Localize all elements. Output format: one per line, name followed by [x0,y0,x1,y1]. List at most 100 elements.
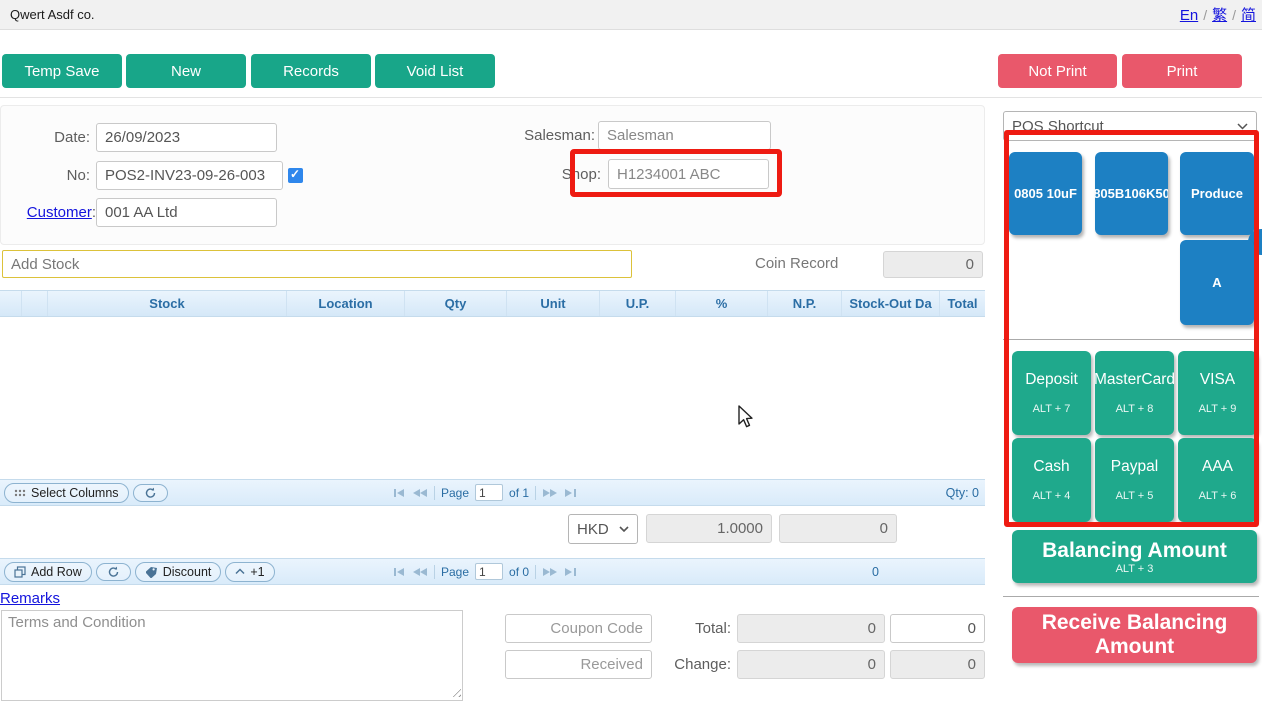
date-input[interactable] [96,123,277,152]
rows-refresh-button[interactable] [96,563,131,581]
add-row-button[interactable]: Add Row [4,562,92,582]
pager-next-icon[interactable] [542,488,558,498]
grid-col-location[interactable]: Location [287,291,405,316]
lang-trad-chinese-link[interactable]: 繁 [1212,7,1227,24]
add-row-icon [14,566,26,578]
divider [1003,596,1259,597]
shortcut-item-button[interactable]: 0805 10uF [1009,152,1082,235]
payment-hotkey: ALT + 7 [1033,403,1071,415]
currency-code: HKD [577,521,609,538]
customer-label-wrap: Customer: [6,204,96,222]
invoice-no-input[interactable] [96,161,283,190]
not-print-button[interactable]: Not Print [998,54,1117,88]
temp-save-button[interactable]: Temp Save [2,54,122,88]
currency-amount-input [779,514,897,543]
refresh-icon [108,566,119,578]
currency-select[interactable]: HKD [568,514,638,544]
chevron-up-icon [235,568,245,575]
grid-col-rownum[interactable] [0,291,22,316]
pager-last-icon[interactable] [564,488,577,498]
pos-shortcut-label: POS Shortcut [1012,118,1104,135]
lang-separator: / [1203,7,1207,23]
pager-prev-icon[interactable] [412,567,428,577]
payment-hotkey: ALT + 5 [1116,490,1154,502]
discount-tag-icon [145,566,158,578]
receive-balancing-amount-button[interactable]: Receive Balancing Amount [1012,607,1257,663]
shop-label: Shop: [545,166,601,183]
new-button[interactable]: New [126,54,246,88]
grid-col-np[interactable]: N.P. [768,291,842,316]
page-number-input[interactable] [475,484,503,501]
add-stock-input[interactable] [2,250,632,278]
payment-hotkey: ALT + 6 [1199,490,1237,502]
select-columns-button[interactable]: Select Columns [4,483,129,503]
divider [434,486,435,500]
receive-balancing-label: Receive Balancing Amount [1012,611,1257,659]
payment-cash-button[interactable]: Cash ALT + 4 [1012,438,1091,522]
select-columns-label: Select Columns [31,486,119,500]
page-of-label: of 1 [509,486,529,500]
payment-paypal-button[interactable]: Paypal ALT + 5 [1095,438,1174,522]
shortcut-item-button[interactable]: A [1180,240,1254,325]
top-bar [0,0,1262,30]
discount-button[interactable]: Discount [135,562,222,582]
change-label: Change: [661,656,731,673]
payment-aaa-button[interactable]: AAA ALT + 6 [1178,438,1257,522]
total-foreign-input[interactable] [890,614,985,643]
divider [535,565,536,579]
void-list-button[interactable]: Void List [375,54,495,88]
pager-first-icon[interactable] [393,488,406,498]
payment-visa-button[interactable]: VISA ALT + 9 [1178,351,1257,435]
pos-shortcut-select[interactable]: POS Shortcut [1003,111,1257,141]
shop-input[interactable] [608,159,769,189]
grid-qty-total: Qty: 0 [946,486,979,500]
grip-dots-icon [14,489,26,497]
grid-col-stock[interactable]: Stock [48,291,287,316]
customer-link[interactable]: Customer [27,204,92,221]
page-number-input[interactable] [475,563,503,580]
balancing-amount-button[interactable]: Balancing Amount ALT + 3 [1012,530,1257,583]
grid-col-stockout-date[interactable]: Stock-Out Da [842,291,940,316]
print-button[interactable]: Print [1122,54,1242,88]
shortcut-item-button[interactable]: Produce [1180,152,1254,235]
change-foreign-input [890,650,985,679]
stock-grid-pager: Select Columns Page of 1 Qty: 0 [0,479,985,506]
salesman-label: Salesman: [505,127,595,144]
pos-invoice-page: Qwert Asdf co. En/繁/简 Temp Save New Reco… [0,0,1262,705]
lang-en-link[interactable]: En [1180,7,1198,24]
grid-col-qty[interactable]: Qty [405,291,507,316]
date-label: Date: [20,129,90,146]
page-label: Page [441,486,469,500]
grid-col-unit[interactable]: Unit [507,291,600,316]
plus-one-button[interactable]: +1 [225,562,274,582]
grid-col-percent[interactable]: % [676,291,768,316]
terms-textarea[interactable] [1,610,463,701]
invoice-no-checkbox[interactable] [288,168,303,183]
total-input [737,614,885,643]
exchange-rate-input [646,514,772,543]
pager-next-icon[interactable] [542,567,558,577]
shortcut-item-button[interactable]: 0805B106K500 [1095,152,1168,235]
records-button[interactable]: Records [251,54,371,88]
pager-last-icon[interactable] [564,567,577,577]
payment-label: Cash [1033,458,1069,476]
divider [1003,339,1259,340]
lang-simp-chinese-link[interactable]: 简 [1241,7,1256,24]
coupon-code-input[interactable] [505,614,652,643]
payment-mastercard-button[interactable]: MasterCard ALT + 8 [1095,351,1174,435]
invoice-no-label: No: [20,167,90,184]
received-input[interactable] [505,650,652,679]
stock-grid-header: Stock Location Qty Unit U.P. % N.P. Stoc… [0,290,985,317]
customer-input[interactable] [96,198,277,227]
remarks-link[interactable]: Remarks [0,590,60,607]
grid-col-total[interactable]: Total [940,291,985,316]
grid-refresh-button[interactable] [133,484,168,502]
lang-separator: / [1232,7,1236,23]
pager-first-icon[interactable] [393,567,406,577]
grid-col-up[interactable]: U.P. [600,291,676,316]
balancing-amount-label: Balancing Amount [1042,539,1227,563]
pager-prev-icon[interactable] [412,488,428,498]
grid-col-select[interactable] [22,291,48,316]
payment-deposit-button[interactable]: Deposit ALT + 7 [1012,351,1091,435]
salesman-input[interactable] [598,121,771,150]
